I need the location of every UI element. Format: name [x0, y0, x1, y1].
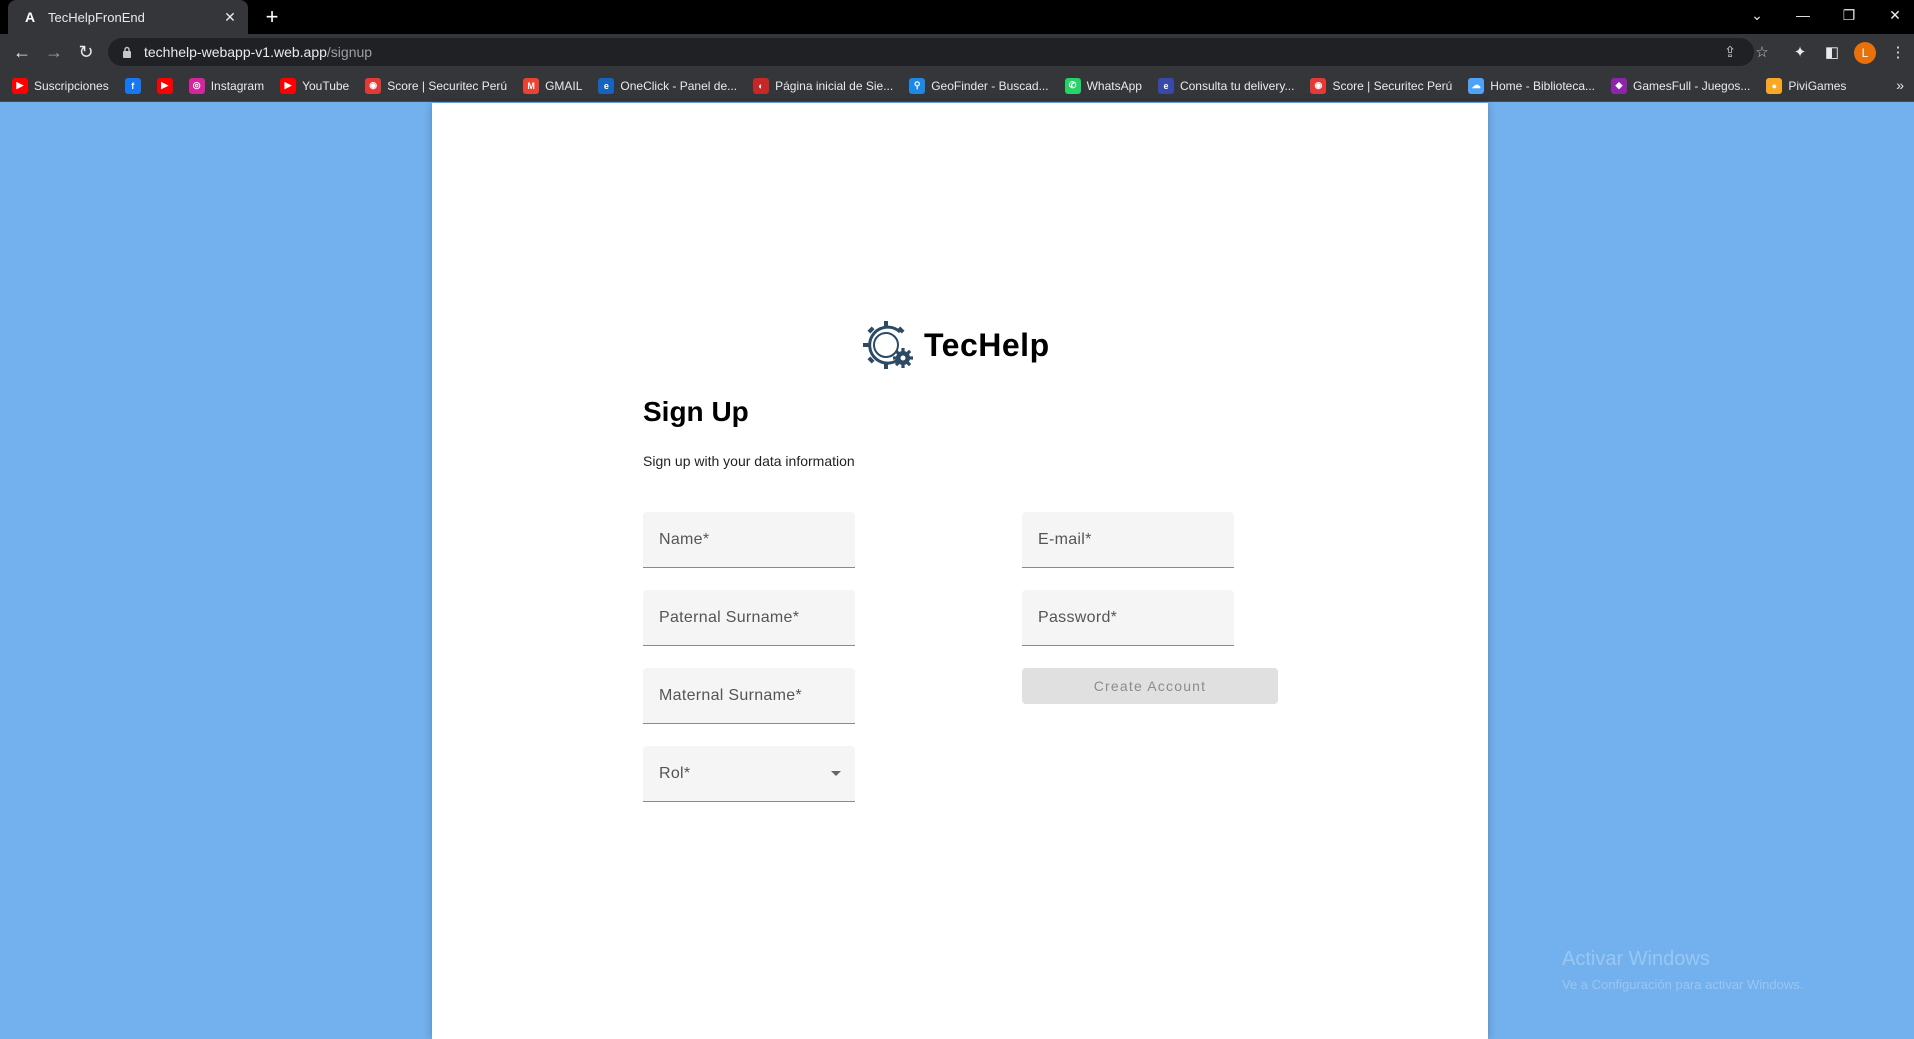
minimize-button[interactable]: —	[1780, 0, 1826, 30]
bookmark-label: Home - Biblioteca...	[1490, 78, 1596, 93]
name-field[interactable]: Name*	[643, 512, 855, 568]
bookmark-label: GMAIL	[545, 78, 583, 93]
tab-title: TecHelpFronEnd	[48, 9, 145, 25]
url-host: techhelp-webapp-v1.web.app	[144, 44, 327, 60]
side-panel-icon[interactable]: ◧	[1820, 40, 1844, 64]
bookmark-item[interactable]: ● PiviGames	[1766, 77, 1847, 94]
back-icon[interactable]: ←	[8, 38, 36, 66]
youtube-icon: ▶	[12, 77, 28, 94]
bookmark-item[interactable]: ◐ Página inicial de Sie...	[753, 77, 894, 94]
browser-tab-bar: A TecHelpFronEnd ✕ + ⌄ — ❐ ✕	[0, 0, 1914, 34]
bookmark-item[interactable]: ⚲ GeoFinder - Buscad...	[909, 77, 1049, 94]
extensions-icon[interactable]: ✦	[1788, 40, 1812, 64]
bookmark-item[interactable]: ▶	[156, 77, 179, 94]
score-icon: ◉	[1310, 77, 1327, 94]
bookmark-label: Instagram	[210, 78, 265, 93]
pivigames-icon: ●	[1766, 77, 1783, 94]
paternal-surname-label: Paternal Surname*	[659, 608, 800, 626]
angular-favicon-icon: A	[24, 9, 36, 25]
password-label: Password*	[1038, 608, 1118, 626]
name-label: Name*	[659, 530, 710, 548]
bookmark-item[interactable]: e OneClick - Panel de...	[598, 77, 738, 94]
youtube-icon: ▶	[280, 77, 297, 94]
bookmark-label: Suscripciones	[34, 78, 109, 93]
bookmark-label: Página inicial de Sie...	[775, 78, 894, 93]
bookmark-item[interactable]: M GMAIL	[523, 77, 583, 94]
windows-activation-watermark: Activar Windows Ve a Configuración para …	[1562, 948, 1803, 992]
bookmark-label: YouTube	[302, 78, 350, 93]
email-label: E-mail*	[1038, 530, 1092, 548]
forward-icon[interactable]: →	[40, 38, 68, 66]
score-icon: ◉	[365, 77, 382, 94]
gear-logo-icon	[863, 321, 913, 369]
rol-label: Rol*	[659, 764, 691, 782]
maternal-surname-field[interactable]: Maternal Surname*	[643, 668, 855, 724]
brand-name: TecHelp	[924, 326, 1050, 363]
watermark-line1: Activar Windows	[1562, 948, 1710, 970]
instagram-icon: ◎	[188, 77, 205, 94]
gmail-icon: M	[523, 77, 540, 94]
email-field[interactable]: E-mail*	[1022, 512, 1234, 568]
browser-toolbar: ← → ↻ techhelp-webapp-v1.web.app/signup …	[0, 34, 1914, 70]
bookmark-item[interactable]: ◉ Score | Securitec Perú	[365, 77, 508, 94]
create-account-button[interactable]: Create Account	[1022, 668, 1278, 704]
close-tab-icon[interactable]: ✕	[222, 9, 238, 25]
bookmark-item[interactable]: f	[124, 77, 147, 94]
maternal-surname-label: Maternal Surname*	[659, 686, 802, 704]
youtube-icon: ▶	[156, 77, 173, 94]
url-text: techhelp-webapp-v1.web.app/signup	[144, 44, 372, 60]
bookmark-item[interactable]: ☁ Home - Biblioteca...	[1468, 77, 1596, 94]
bookmark-label: OneClick - Panel de...	[620, 78, 738, 93]
new-tab-button[interactable]: +	[258, 3, 286, 31]
reload-icon[interactable]: ↻	[72, 38, 100, 66]
whatsapp-icon: ✆	[1064, 77, 1081, 94]
bookmark-item[interactable]: ◉ Score | Securitec Perú	[1310, 77, 1453, 94]
watermark-line2: Ve a Configuración para activar Windows.	[1562, 977, 1804, 992]
tab-search-icon[interactable]: ⌄	[1734, 0, 1780, 30]
bookmark-item[interactable]: ◆ GamesFull - Juegos...	[1611, 77, 1751, 94]
signup-card: TecHelp Sign Up Sign up with your data i…	[432, 103, 1488, 1039]
dropdown-arrow-icon[interactable]	[831, 771, 841, 776]
bookmark-label: WhatsApp	[1086, 78, 1142, 93]
oneclick-icon: e	[598, 77, 615, 94]
bookmark-label: Consulta tu delivery...	[1179, 78, 1295, 93]
siebel-icon: ◐	[753, 77, 770, 94]
bookmark-item[interactable]: ▶ Suscripciones	[12, 77, 109, 94]
bookmark-label: GeoFinder - Buscad...	[931, 78, 1049, 93]
rol-select[interactable]: Rol*	[643, 746, 855, 802]
bookmark-item[interactable]: ✆ WhatsApp	[1064, 77, 1142, 94]
bookmark-item[interactable]: ◎ Instagram	[188, 77, 265, 94]
delivery-icon: e	[1157, 77, 1174, 94]
bookmark-label: GamesFull - Juegos...	[1633, 78, 1751, 93]
url-path: /signup	[326, 44, 373, 60]
paternal-surname-field[interactable]: Paternal Surname*	[643, 590, 855, 646]
password-field[interactable]: Password*	[1022, 590, 1234, 646]
facebook-icon: f	[124, 77, 141, 94]
share-icon[interactable]: ⇪	[1718, 40, 1742, 64]
bookmark-label: Score | Securitec Perú	[387, 78, 508, 93]
bookmark-item[interactable]: ▶ YouTube	[280, 77, 350, 94]
page-subtitle: Sign up with your data information	[643, 453, 855, 469]
address-bar[interactable]: techhelp-webapp-v1.web.app/signup	[108, 38, 1754, 66]
more-bookmarks-icon[interactable]: »	[1896, 77, 1904, 93]
profile-avatar[interactable]: L	[1854, 42, 1876, 64]
techhelp-logo: TecHelp	[860, 318, 1050, 372]
menu-kebab-icon[interactable]: ⋮	[1886, 40, 1910, 64]
cloud-icon: ☁	[1468, 77, 1485, 94]
lock-icon[interactable]	[120, 45, 134, 59]
browser-tab[interactable]: A TecHelpFronEnd ✕	[8, 0, 248, 34]
bookmark-label: Score | Securitec Perú	[1332, 78, 1453, 93]
location-pin-icon: ⚲	[909, 77, 926, 94]
bookmark-label: PiviGames	[1788, 78, 1847, 93]
bookmark-item[interactable]: e Consulta tu delivery...	[1157, 77, 1295, 94]
window-close-button[interactable]: ✕	[1872, 0, 1914, 30]
bookmark-star-icon[interactable]: ☆	[1750, 40, 1774, 64]
page-title: Sign Up	[643, 396, 749, 427]
bookmarks-bar: ▶ Suscripciones f ▶ ◎ Instagram ▶ YouTube ◉ Score…	[0, 70, 1914, 102]
gamepad-icon: ◆	[1611, 77, 1628, 94]
restore-button[interactable]: ❐	[1826, 0, 1872, 30]
